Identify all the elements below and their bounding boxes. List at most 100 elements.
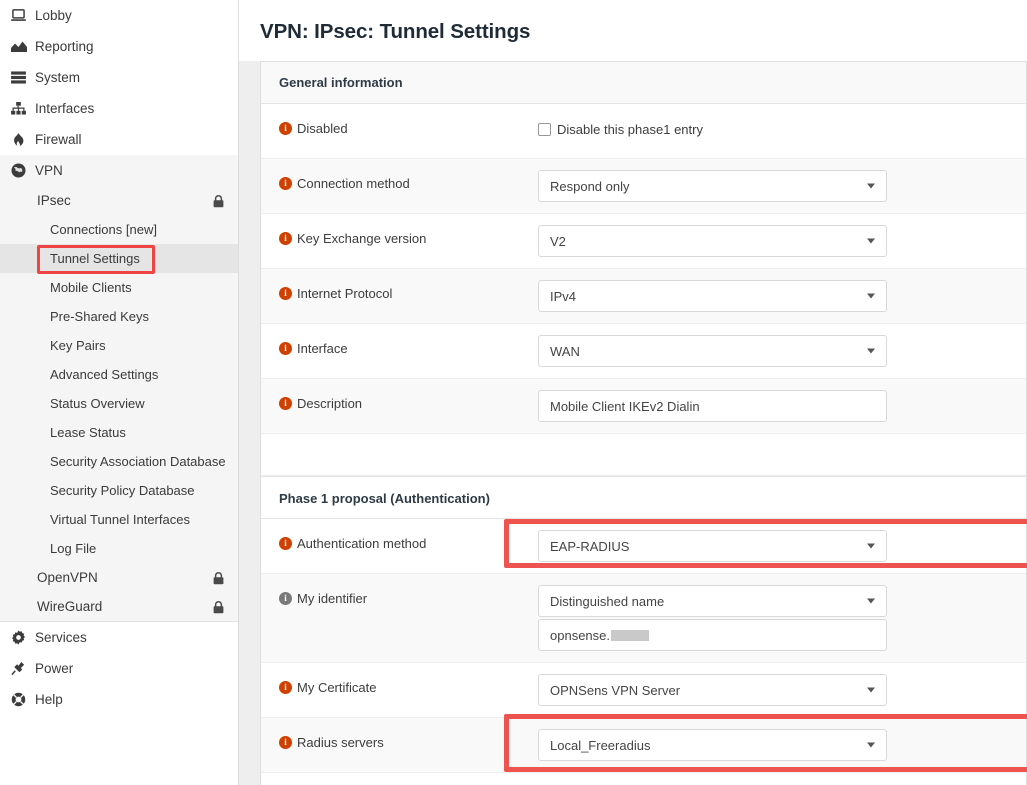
field-label-my-certificate: i My Certificate [279,663,538,694]
chevron-down-icon [867,742,875,748]
section-header-phase1: Phase 1 proposal (Authentication) [261,476,1026,519]
sidebar-item-lobby[interactable]: Lobby [0,0,238,31]
disable-phase1-checkbox-wrapper[interactable]: Disable this phase1 entry [538,115,1026,137]
info-icon[interactable]: i [279,232,292,245]
chevron-down-icon [867,183,875,189]
sidebar-item-label: OpenVPN [37,570,98,585]
sidebar-item-services[interactable]: Services [0,622,238,653]
field-label-my-identifier: i My identifier [279,574,538,605]
sidebar-item-security-policy-database[interactable]: Security Policy Database [0,476,238,505]
info-icon[interactable]: i [279,592,292,605]
sidebar-item-label: Virtual Tunnel Interfaces [50,512,190,527]
sidebar-item-lease-status[interactable]: Lease Status [0,418,238,447]
sidebar-navigation: Lobby Reporting System Interfaces Firewa [0,0,239,785]
info-icon[interactable]: i [279,736,292,749]
info-icon[interactable]: i [279,342,292,355]
sidebar-item-vpn[interactable]: VPN [0,155,238,186]
main-content: VPN: IPsec: Tunnel Settings General info… [239,0,1027,785]
my-certificate-select[interactable]: OPNSens VPN Server [538,674,887,706]
field-control-key-exchange-version: V2 [538,214,1026,268]
sidebar-item-system[interactable]: System [0,62,238,93]
my-identifier-type-select[interactable]: Distinguished name [538,585,887,617]
sidebar-item-help[interactable]: Help [0,684,238,715]
sidebar-item-label: Tunnel Settings [50,251,140,266]
radius-servers-select[interactable]: Local_Freeradius [538,729,887,761]
field-label-internet-protocol: i Internet Protocol [279,269,538,300]
field-label-connection-method: i Connection method [279,159,538,190]
connection-method-select[interactable]: Respond only [538,170,887,202]
sidebar-item-log-file[interactable]: Log File [0,534,238,563]
chevron-down-icon [867,687,875,693]
sidebar-item-label: Interfaces [35,100,95,116]
info-icon[interactable]: i [279,177,292,190]
sidebar-item-reporting[interactable]: Reporting [0,31,238,62]
sidebar-item-virtual-tunnel-interfaces[interactable]: Virtual Tunnel Interfaces [0,505,238,534]
label-text: Description [297,396,363,411]
section-spacer [261,434,1026,476]
form-row-authentication-method: i Authentication method EAP-RADIUS [261,519,1026,574]
interface-select[interactable]: WAN [538,335,887,367]
form-row-internet-protocol: i Internet Protocol IPv4 [261,269,1026,324]
label-text: My identifier [297,591,368,606]
field-label-authentication-method: i Authentication method [279,519,538,550]
form-row-radius-servers: i Radius servers Local_Freeradius [261,718,1026,773]
sidebar-item-firewall[interactable]: Firewall [0,124,238,155]
authentication-method-select[interactable]: EAP-RADIUS [538,530,887,562]
select-value: OPNSens VPN Server [550,682,681,698]
info-icon[interactable]: i [279,397,292,410]
field-control-radius-servers: Local_Freeradius [538,718,1026,772]
my-identifier-value-input[interactable]: opnsense. [538,619,887,651]
form-row-my-certificate: i My Certificate OPNSens VPN Server [261,663,1026,718]
info-icon[interactable]: i [279,287,292,300]
form-row-description: i Description Mobile Client IKEv2 Dialin [261,379,1026,434]
label-text: Interface [297,341,348,356]
info-icon[interactable]: i [279,681,292,694]
info-icon[interactable]: i [279,122,292,135]
field-control-my-identifier: Distinguished name opnsense. [538,574,1026,662]
sidebar-item-label: Help [35,691,63,707]
internet-protocol-select[interactable]: IPv4 [538,280,887,312]
disable-phase1-checkbox[interactable] [538,123,551,136]
area-chart-icon [9,39,28,55]
select-value: EAP-RADIUS [550,538,630,554]
input-value: Mobile Client IKEv2 Dialin [550,398,700,414]
sidebar-item-advanced-settings[interactable]: Advanced Settings [0,360,238,389]
sidebar-item-tunnel-settings[interactable]: Tunnel Settings [0,244,238,273]
label-text: Authentication method [297,536,427,551]
sidebar-item-label: System [35,69,81,85]
sidebar-item-label: Log File [50,541,97,556]
label-text: Radius servers [297,735,384,750]
sidebar-item-ipsec[interactable]: IPsec [0,186,238,215]
page-title: VPN: IPsec: Tunnel Settings [260,20,531,43]
description-input[interactable]: Mobile Client IKEv2 Dialin [538,390,887,422]
select-value: Distinguished name [550,593,665,609]
sidebar-item-pre-shared-keys[interactable]: Pre-Shared Keys [0,302,238,331]
field-control-authentication-method: EAP-RADIUS [538,519,1026,573]
sidebar-item-label: Key Pairs [50,338,106,353]
label-text: Disabled [297,121,348,136]
sidebar-item-label: Firewall [35,131,82,147]
chevron-down-icon [867,348,875,354]
sidebar-item-label: IPsec [37,193,71,208]
sidebar-item-label: WireGuard [37,599,103,614]
input-value: opnsense. [550,627,610,643]
application-window: Lobby Reporting System Interfaces Firewa [0,0,1027,785]
sidebar-item-wireguard[interactable]: WireGuard [0,592,238,621]
sidebar-item-openvpn[interactable]: OpenVPN [0,563,238,592]
sidebar-bottom-group: Services Power Help [0,621,238,715]
sidebar-item-mobile-clients[interactable]: Mobile Clients [0,273,238,302]
sidebar-item-security-association-database[interactable]: Security Association Database [0,447,238,476]
sidebar-item-connections[interactable]: Connections [new] [0,215,238,244]
field-control-my-certificate: OPNSens VPN Server [538,663,1026,717]
key-exchange-version-select[interactable]: V2 [538,225,887,257]
sidebar-item-power[interactable]: Power [0,653,238,684]
redacted-text-block [611,629,649,641]
lock-icon [213,600,224,613]
select-value: IPv4 [550,288,577,304]
sidebar-item-interfaces[interactable]: Interfaces [0,93,238,124]
fire-icon [9,132,28,148]
lock-icon [213,194,224,207]
sidebar-item-key-pairs[interactable]: Key Pairs [0,331,238,360]
sidebar-item-status-overview[interactable]: Status Overview [0,389,238,418]
info-icon[interactable]: i [279,537,292,550]
